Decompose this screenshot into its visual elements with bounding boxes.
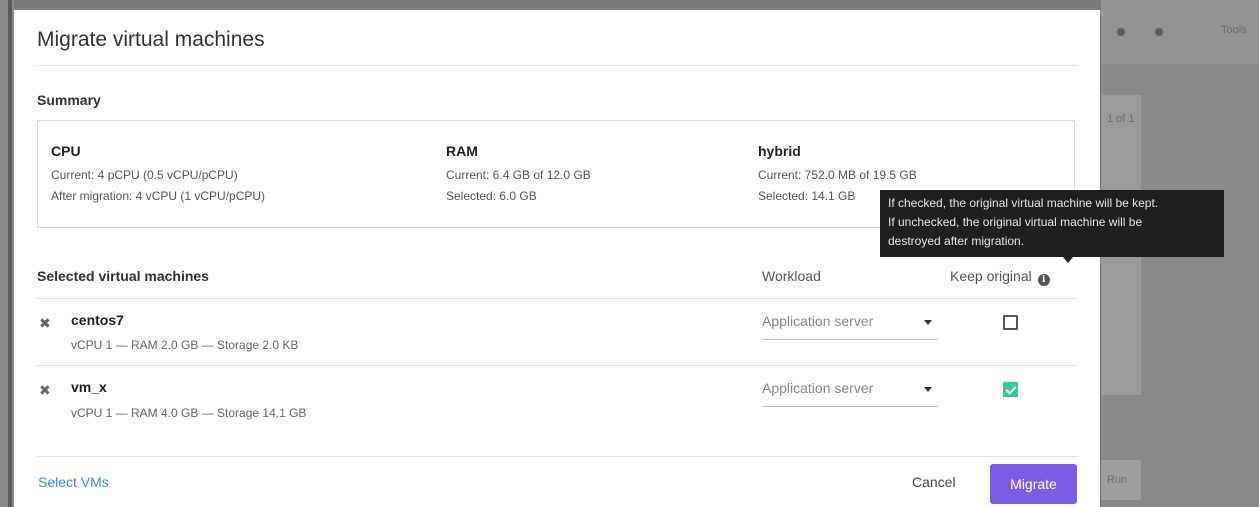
vm-name: vm_x (71, 379, 107, 395)
tooltip-arrow (1063, 257, 1073, 263)
background-chip: Run (1101, 460, 1141, 500)
keep-original-tooltip: If checked, the original virtual machine… (880, 190, 1224, 257)
summary-cpu-current: Current: 4 pCPU (0.5 vCPU/pCPU) (51, 168, 238, 182)
remove-vm-close-icon[interactable]: ✖ (39, 382, 51, 399)
keep-original-checkbox[interactable] (1003, 315, 1018, 330)
summary-ram-selected: Selected: 6.0 GB (446, 189, 537, 203)
workload-select[interactable]: Application server (762, 310, 938, 340)
migrate-dialog: Migrate virtual machines Summary CPU Cur… (14, 10, 1100, 507)
table-divider (37, 298, 1078, 299)
summary-ram-current: Current: 6.4 GB of 12.0 GB (446, 168, 591, 182)
summary-cpu: CPU Current: 4 pCPU (0.5 vCPU/pCPU) Afte… (51, 143, 265, 207)
footer-divider (37, 456, 1078, 457)
summary-cpu-after: After migration: 4 vCPU (1 vCPU/pCPU) (51, 189, 266, 203)
workload-header: Workload (762, 268, 821, 284)
summary-label: Summary (37, 92, 101, 108)
migrate-button[interactable]: Migrate (990, 464, 1077, 504)
summary-ram-heading: RAM (446, 143, 478, 159)
remove-vm-close-icon[interactable]: ✖ (39, 315, 51, 332)
dialog-title: Migrate virtual machines (37, 28, 265, 51)
background-text: Run (1107, 474, 1128, 486)
tooltip-line: If unchecked, the original virtual machi… (888, 215, 1143, 229)
tooltip-line: destroyed after migration. (888, 234, 1025, 248)
background-topbar: Tools (1101, 0, 1259, 64)
caret-down-icon (924, 320, 932, 325)
background-text: Tools (1221, 24, 1247, 36)
keep-original-checkbox[interactable] (1003, 382, 1018, 397)
summary-cpu-heading: CPU (51, 143, 81, 159)
workload-select[interactable]: Application server (762, 377, 938, 407)
background-edge (8, 0, 12, 507)
workload-select-value: Application server (762, 313, 874, 329)
cancel-button[interactable]: Cancel (912, 474, 956, 490)
tooltip-line: If checked, the original virtual machine… (888, 196, 1159, 210)
title-divider (37, 65, 1078, 66)
vm-spec: vCPU 1 — RAM 4.0 GB — Storage 14.1 GB (71, 406, 307, 420)
background-text: 1 of 1 (1107, 113, 1135, 125)
vm-spec: vCPU 1 — RAM 2.0 GB — Storage 2.0 KB (71, 338, 299, 352)
info-icon[interactable]: i (1037, 274, 1050, 286)
row-divider (37, 365, 1078, 366)
vm-name: centos7 (71, 312, 124, 328)
select-vms-link[interactable]: Select VMs (38, 474, 109, 490)
summary-storage-heading: hybrid (758, 143, 801, 159)
background-icon (1155, 28, 1163, 36)
keep-original-label: Keep original (950, 268, 1032, 284)
background-icon (1117, 28, 1125, 36)
workload-select-value: Application server (762, 380, 874, 396)
background-app-left (0, 0, 14, 507)
selected-vms-header: Selected virtual machines (37, 268, 209, 284)
summary-ram: RAM Current: 6.4 GB of 12.0 GB Selected:… (446, 143, 591, 207)
summary-storage-current: Current: 752.0 MB of 19.5 GB (758, 168, 917, 182)
keep-original-header: Keep original i (950, 268, 1050, 286)
caret-down-icon (924, 387, 932, 392)
